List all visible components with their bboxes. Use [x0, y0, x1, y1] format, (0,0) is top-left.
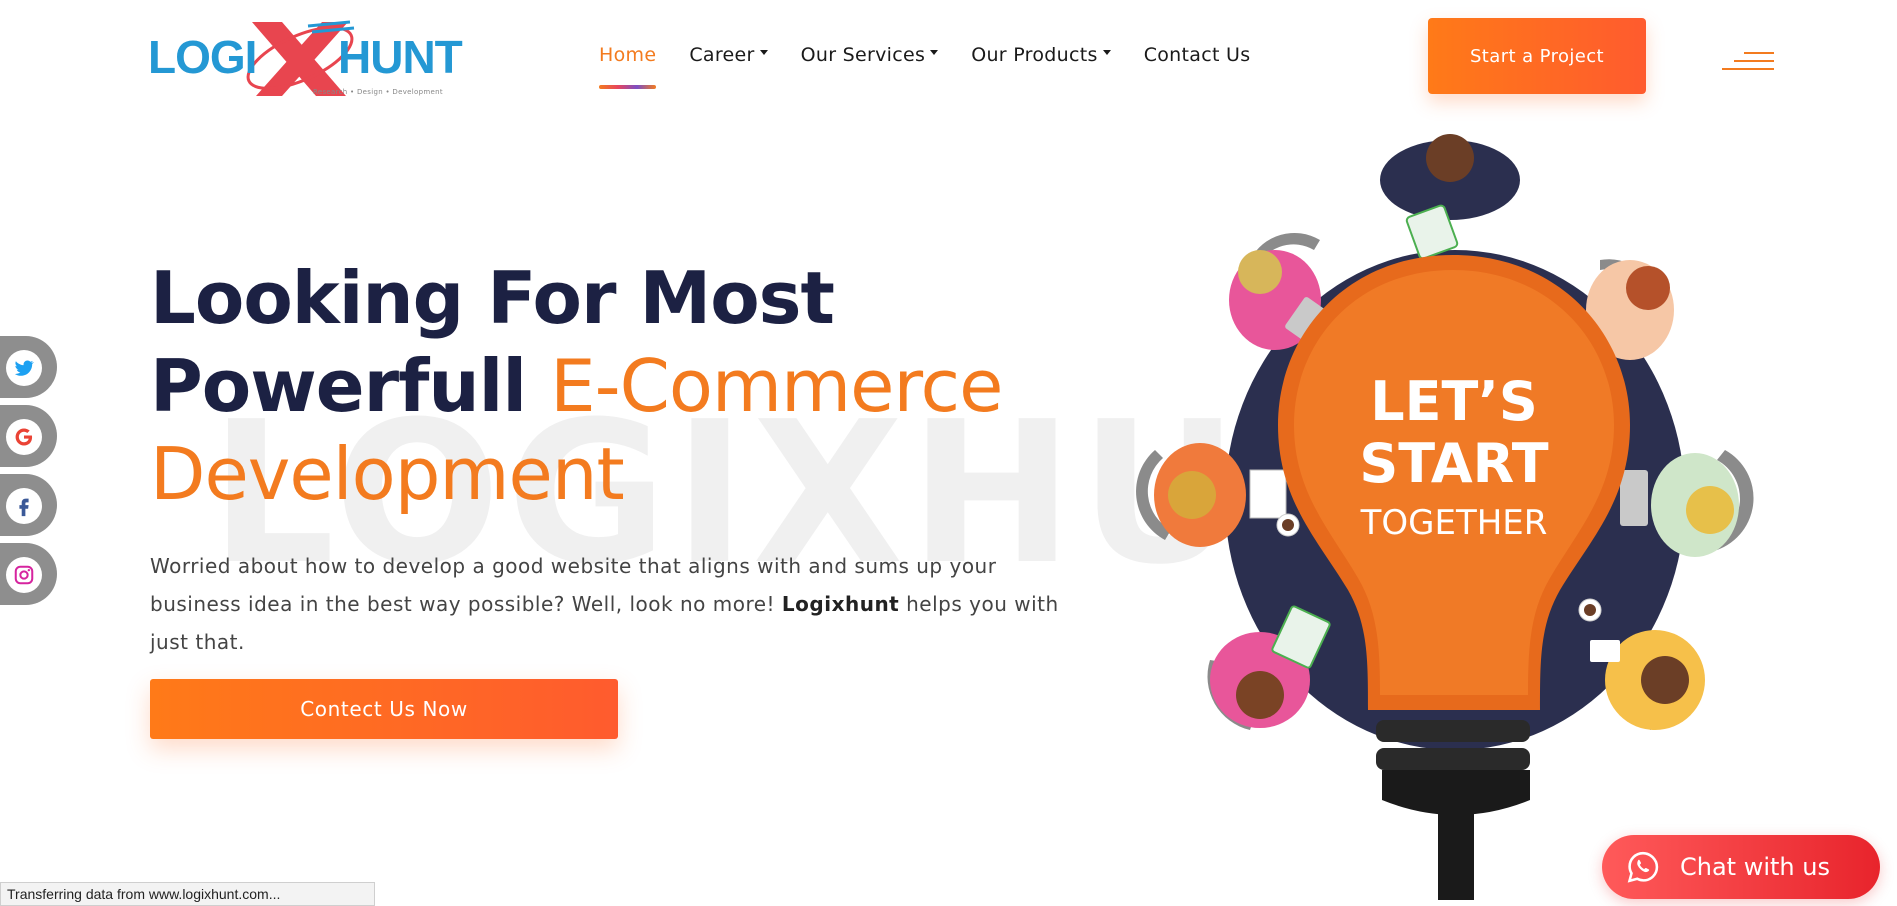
caret-down-icon	[930, 50, 939, 55]
nav-home-label: Home	[599, 44, 657, 66]
facebook-icon	[6, 488, 42, 524]
bulb-text-line-1: LET’S	[1370, 370, 1538, 433]
social-instagram[interactable]	[0, 543, 57, 605]
hero-text-brand: Logixhunt	[781, 592, 900, 616]
logo-tagline: Research • Design • Development	[313, 88, 443, 96]
hero-headline: Looking For Most Powerfull E-Commerce De…	[150, 254, 1003, 518]
google-icon	[6, 419, 42, 455]
nav-career-label: Career	[689, 44, 755, 66]
chat-label: Chat with us	[1680, 853, 1830, 881]
headline-line-2-dark: Powerfull	[150, 344, 551, 428]
chat-with-us-button[interactable]: Chat with us	[1602, 835, 1880, 899]
social-twitter[interactable]	[0, 336, 57, 398]
hero-illustration: LET’S START TOGETHER	[1136, 134, 1754, 900]
nav-our-services[interactable]: Our Services	[801, 44, 939, 66]
nav-career[interactable]: Career	[689, 44, 768, 66]
nav-contact-us[interactable]: Contact Us	[1144, 44, 1251, 66]
contact-us-now-button[interactable]: Contect Us Now	[150, 679, 618, 739]
bulb-text-line-2: START	[1359, 432, 1548, 495]
instagram-icon	[6, 557, 42, 593]
nav-home[interactable]: Home	[599, 44, 657, 89]
status-text: Transferring data from www.logixhunt.com…	[7, 886, 281, 902]
nav-our-products[interactable]: Our Products	[971, 44, 1111, 66]
headline-line-1: Looking For Most	[150, 256, 835, 340]
nav-our-services-label: Our Services	[800, 44, 926, 66]
bulb-text-line-3: TOGETHER	[1360, 503, 1548, 543]
caret-down-icon	[759, 50, 768, 55]
site-logo[interactable]: LOGI HUNT Research • Design • Developmen…	[148, 12, 494, 104]
social-google[interactable]	[0, 405, 57, 467]
whatsapp-icon	[1627, 851, 1659, 883]
nav-our-products-label: Our Products	[971, 44, 1098, 66]
hero-description: Worried about how to develop a good webs…	[150, 547, 1070, 661]
headline-line-2-highlight: E-Commerce	[550, 344, 1003, 428]
logo-text-left: LOGI	[148, 31, 257, 83]
twitter-icon	[6, 350, 42, 386]
start-project-button[interactable]: Start a Project	[1428, 18, 1646, 94]
logo-text-right: HUNT	[338, 31, 463, 83]
nav-contact-us-label: Contact Us	[1143, 44, 1251, 66]
active-underline	[599, 85, 657, 89]
headline-line-3-highlight: Development	[150, 432, 625, 516]
caret-down-icon	[1102, 50, 1111, 55]
browser-status-bar: Transferring data from www.logixhunt.com…	[0, 882, 375, 906]
social-facebook[interactable]	[0, 474, 57, 536]
main-nav: Home Career Our Services Our Products Co…	[599, 44, 1283, 89]
hamburger-icon[interactable]	[1722, 52, 1774, 76]
